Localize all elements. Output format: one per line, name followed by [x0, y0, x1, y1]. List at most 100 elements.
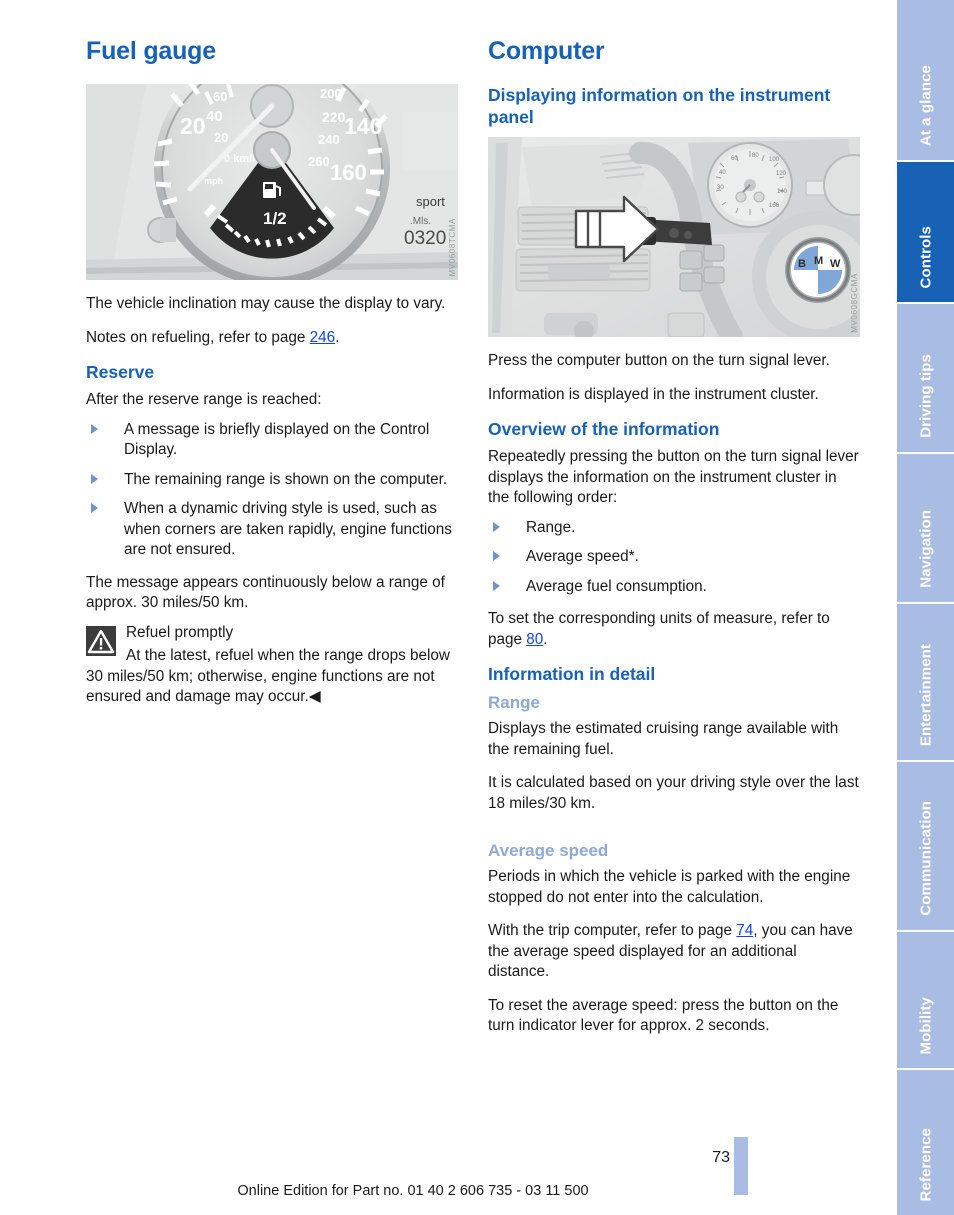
svg-text:260: 260 [308, 154, 330, 169]
svg-text:M: M [814, 255, 823, 267]
paragraph-inclination: The vehicle inclination may cause the di… [86, 295, 446, 312]
svg-text:160: 160 [330, 160, 367, 185]
sidebar-item-label: Communication [917, 801, 934, 916]
paragraph-press-computer-button: Press the computer button on the turn si… [488, 352, 830, 369]
sidebar-item-reference[interactable]: Reference [897, 1070, 954, 1215]
figure-fuel-gauge: 20 40 60 20 200 220 240 260 140 160 0 km [86, 84, 458, 280]
warning-text: At the latest, refuel when the range dro… [86, 646, 458, 708]
svg-text:140: 140 [777, 189, 788, 195]
warning-body: At the latest, refuel when the range dro… [86, 647, 450, 705]
refueling-xref-prefix: Notes on refueling, refer to page [86, 328, 310, 346]
svg-text:60: 60 [731, 156, 738, 162]
list-item: Average fuel consumption. [488, 577, 860, 598]
svg-text:W: W [830, 258, 841, 270]
manual-page: Fuel gauge 20 40 60 20 200 220 240 260 1… [0, 0, 890, 1215]
cockpit-illustration: 40 30 60 80 100 120 140 160 B M W [488, 137, 860, 337]
svg-text:140: 140 [344, 113, 382, 139]
triangle-bullet-icon [91, 503, 98, 513]
list-item: Average speed*. [488, 547, 860, 568]
right-column: Computer Displaying information on the i… [488, 36, 860, 1050]
svg-text:0320: 0320 [404, 228, 446, 249]
sidebar-item-mobility[interactable]: Mobility [897, 932, 954, 1068]
page-link-80[interactable]: 80 [526, 631, 543, 648]
svg-text:40: 40 [206, 108, 223, 125]
svg-text:60: 60 [213, 89, 227, 104]
figure-turn-signal-lever: 40 30 60 80 100 120 140 160 B M W MV0608… [488, 137, 860, 337]
triangle-bullet-icon [493, 521, 500, 532]
svg-text:1/2: 1/2 [263, 209, 287, 228]
paragraph-reserve-intro: After the reserve range is reached: [86, 391, 322, 408]
section-heading-overview: Overview of the information [488, 419, 720, 439]
page-link-74[interactable]: 74 [736, 922, 753, 939]
svg-text:30: 30 [717, 185, 724, 191]
warning-notice: Refuel promptly At the latest, refuel wh… [86, 623, 458, 708]
page-number: 73 [712, 1149, 730, 1166]
section-heading-reserve: Reserve [86, 362, 155, 382]
svg-text:80: 80 [752, 153, 759, 159]
list-item: A message is briefly displayed on the Co… [86, 420, 458, 461]
sidebar-item-controls[interactable]: Controls [897, 162, 954, 302]
footer-imprint: Online Edition for Part no. 01 40 2 606 … [237, 1183, 589, 1199]
list-item-label: When a dynamic driving style is used, su… [124, 500, 452, 558]
section-heading-information-in-detail: Information in detail [488, 664, 656, 684]
page-title-computer: Computer [488, 37, 605, 65]
svg-text:20: 20 [214, 130, 228, 145]
paragraph-average-speed-reset: To reset the average speed: press the bu… [488, 996, 839, 1035]
list-item: Range. [488, 518, 860, 539]
list-item-label: Average fuel consumption. [526, 577, 707, 595]
paragraph-reserve-after: The message appears continuously below a… [86, 573, 445, 612]
overview-bullet-list: Range. Average speed*. Average fuel cons… [488, 518, 860, 598]
end-of-notice-marker: ◀ [308, 688, 321, 705]
sidebar-item-label: Reference [917, 1127, 934, 1201]
paragraph-range-2: It is calculated based on your driving s… [488, 774, 859, 812]
triangle-bullet-icon [91, 473, 98, 484]
triangle-bullet-icon [91, 423, 98, 434]
sidebar-item-driving-tips[interactable]: Driving tips [897, 304, 954, 452]
sidebar-item-at-a-glance[interactable]: At a glance [897, 0, 954, 160]
reserve-bullet-list: A message is briefly displayed on the Co… [86, 420, 458, 561]
list-item-label: The remaining range is shown on the comp… [124, 470, 448, 488]
figure-caption-code: MV0608GCMA [850, 273, 859, 333]
list-item-label: Range. [526, 518, 576, 536]
units-xref-suffix: . [543, 630, 548, 648]
sidebar-item-label: At a glance [917, 64, 934, 146]
svg-text:mph: mph [204, 176, 223, 186]
section-heading-displaying-information: Displaying information on the instrument… [488, 85, 831, 127]
sidebar-item-label: Controls [917, 225, 934, 288]
turn-signal-lever-computer-button-image: 40 30 60 80 100 120 140 160 B M W MV0608… [488, 137, 860, 337]
paragraph-refueling-xref: Notes on refueling, refer to page 246. [86, 328, 458, 349]
svg-text:40: 40 [719, 170, 726, 176]
list-item-label: Average speed*. [526, 548, 639, 565]
list-item: When a dynamic driving style is used, su… [86, 499, 458, 561]
list-item: The remaining range is shown on the comp… [86, 470, 458, 491]
svg-text:.Mls.: .Mls. [410, 216, 431, 227]
paragraph-average-speed-xref: With the trip computer, refer to page 74… [488, 921, 860, 983]
sidebar-item-label: Entertainment [917, 643, 934, 746]
warning-triangle-icon [86, 625, 116, 656]
subsection-heading-range: Range [488, 693, 540, 712]
sidebar-item-navigation[interactable]: Navigation [897, 454, 954, 602]
left-column: Fuel gauge 20 40 60 20 200 220 240 260 1… [86, 36, 458, 1050]
svg-text:B: B [798, 258, 806, 270]
page-title-fuel-gauge: Fuel gauge [86, 37, 216, 65]
svg-text:20: 20 [180, 113, 206, 139]
two-column-layout: Fuel gauge 20 40 60 20 200 220 240 260 1… [86, 36, 860, 1050]
svg-text:120: 120 [776, 171, 787, 177]
paragraph-range-1: Displays the estimated cruising range av… [488, 720, 839, 758]
figure-caption-code: MV0608TCMA [448, 217, 457, 276]
page-link-246[interactable]: 246 [310, 329, 336, 346]
svg-text:220: 220 [322, 109, 346, 125]
svg-text:240: 240 [318, 132, 340, 147]
trip-computer-xref-prefix: With the trip computer, refer to page [488, 922, 737, 939]
svg-text:160: 160 [769, 203, 780, 209]
paragraph-information-displayed: Information is displayed in the instrume… [488, 385, 819, 403]
triangle-bullet-icon [493, 551, 500, 561]
sidebar-item-label: Navigation [917, 510, 934, 588]
list-item-label: A message is briefly displayed on the Co… [124, 420, 430, 459]
sidebar-item-communication[interactable]: Communication [897, 762, 954, 930]
sidebar-item-entertainment[interactable]: Entertainment [897, 604, 954, 760]
sidebar-item-label: Driving tips [917, 354, 934, 438]
paragraph-average-speed-1: Periods in which the vehicle is parked w… [488, 868, 851, 906]
refueling-xref-suffix: . [335, 328, 340, 346]
subsection-heading-average-speed: Average speed [488, 841, 609, 860]
